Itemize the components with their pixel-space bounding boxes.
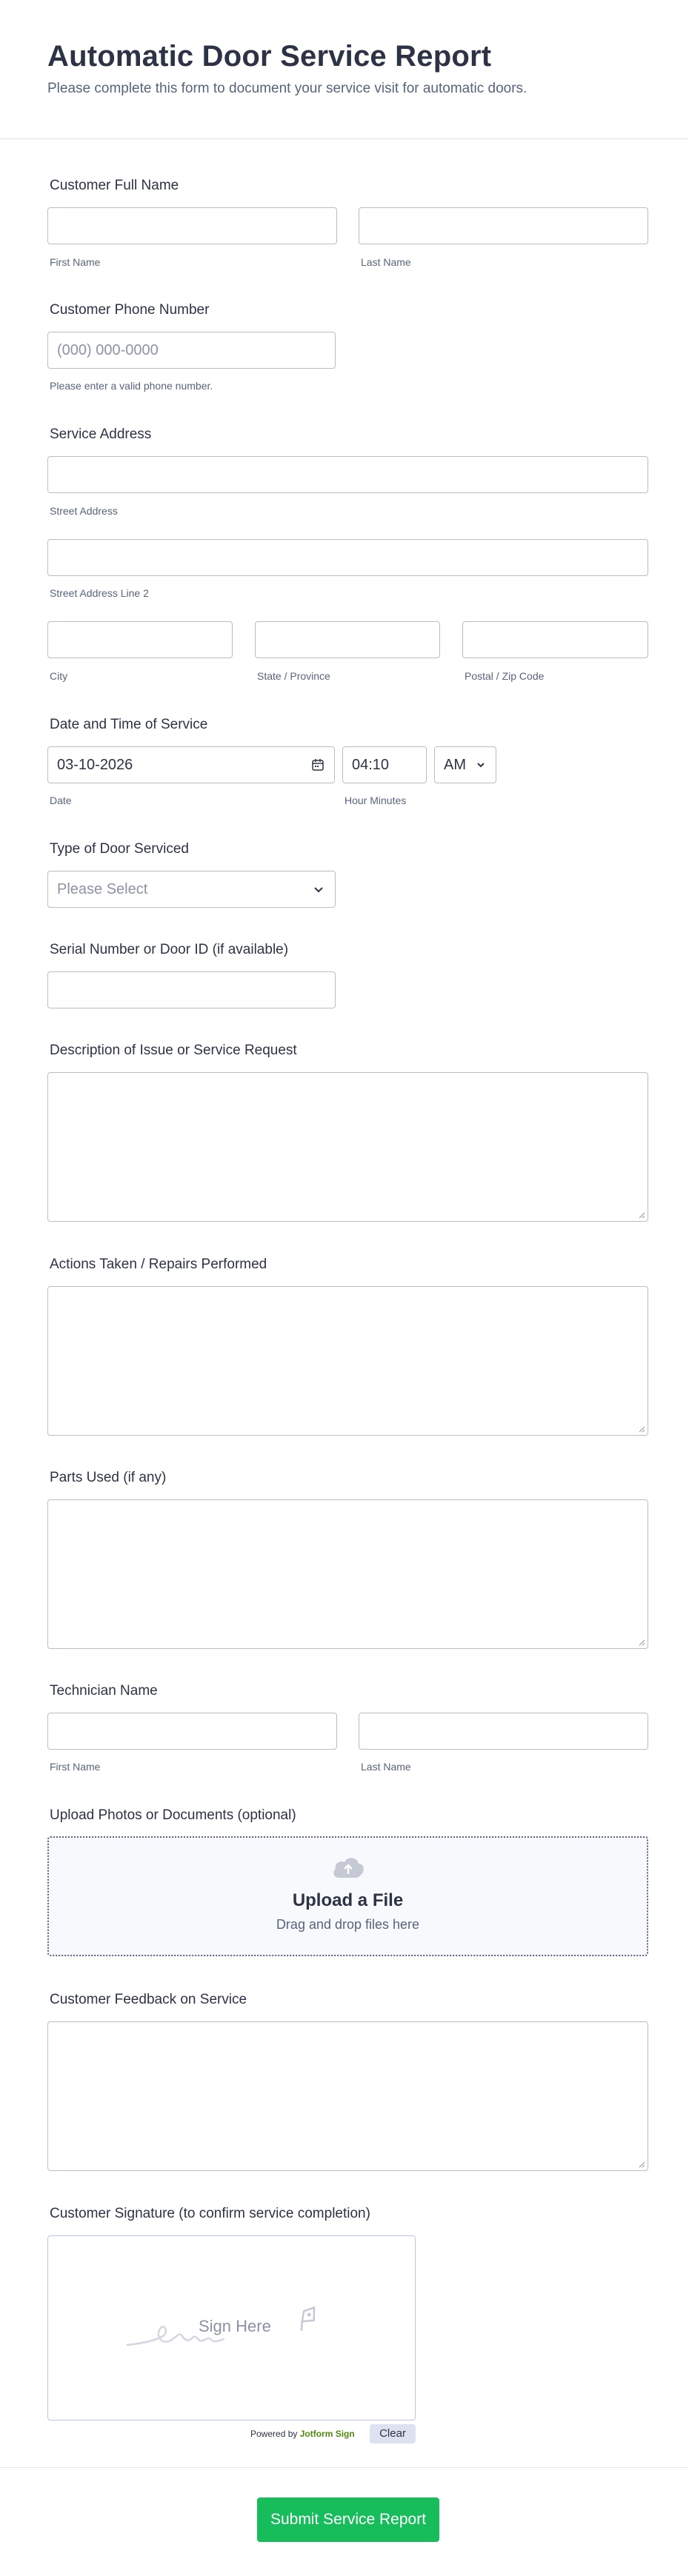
description-label: Description of Issue or Service Request bbox=[50, 1043, 297, 1058]
file-upload-dropzone[interactable]: Upload a File Drag and drop files here bbox=[47, 1836, 648, 1956]
jotform-sign-brand: Jotform Sign bbox=[299, 2429, 355, 2439]
door-type-placeholder: Please Select bbox=[57, 881, 148, 897]
clear-signature-button[interactable]: Clear bbox=[370, 2424, 416, 2443]
chevron-down-icon bbox=[314, 887, 323, 893]
phone-input[interactable]: (000) 000-0000 bbox=[47, 332, 336, 369]
feedback-label: Customer Feedback on Service bbox=[50, 1992, 247, 2007]
technician-first-name-sublabel: First Name bbox=[50, 1761, 101, 1773]
upload-label: Upload Photos or Documents (optional) bbox=[50, 1807, 296, 1823]
zip-sublabel: Postal / Zip Code bbox=[465, 670, 545, 682]
door-type-select[interactable]: Please Select bbox=[47, 871, 336, 908]
street-address-input[interactable] bbox=[47, 456, 648, 493]
state-sublabel: State / Province bbox=[257, 670, 330, 682]
form-title: Automatic Door Service Report bbox=[47, 40, 492, 73]
phone-label: Customer Phone Number bbox=[50, 302, 210, 318]
technician-first-name-input[interactable] bbox=[47, 1713, 337, 1750]
street-address-line2-sublabel: Street Address Line 2 bbox=[50, 587, 149, 599]
customer-first-name-sublabel: First Name bbox=[50, 256, 101, 268]
upload-title: Upload a File bbox=[292, 1890, 404, 1910]
signature-label: Customer Signature (to confirm service c… bbox=[50, 2206, 370, 2221]
resize-grip-icon[interactable] bbox=[638, 1425, 645, 1433]
serial-input[interactable] bbox=[47, 971, 336, 1008]
actions-textarea[interactable] bbox=[47, 1286, 648, 1436]
upload-subtitle: Drag and drop files here bbox=[276, 1917, 420, 1932]
powered-by-text: Powered by Jotform Sign bbox=[250, 2428, 355, 2440]
customer-name-label: Customer Full Name bbox=[50, 178, 179, 193]
zip-input[interactable] bbox=[462, 621, 648, 658]
date-value: 03-10-2026 bbox=[57, 757, 133, 773]
signature-placeholder: Sign Here bbox=[199, 2317, 271, 2335]
parts-textarea[interactable] bbox=[47, 1499, 648, 1649]
calendar-icon[interactable] bbox=[310, 757, 325, 772]
state-input[interactable] bbox=[255, 621, 440, 658]
serial-label: Serial Number or Door ID (if available) bbox=[50, 942, 289, 957]
technician-label: Technician Name bbox=[50, 1683, 158, 1699]
customer-last-name-input[interactable] bbox=[359, 207, 648, 244]
time-input[interactable]: 04:10 bbox=[342, 746, 427, 783]
actions-label: Actions Taken / Repairs Performed bbox=[50, 1257, 267, 1272]
city-sublabel: City bbox=[50, 670, 68, 682]
description-textarea[interactable] bbox=[47, 1072, 648, 1222]
form-page: Automatic Door Service Report Please com… bbox=[0, 0, 689, 2576]
street-address-sublabel: Street Address bbox=[50, 505, 118, 517]
technician-last-name-input[interactable] bbox=[359, 1713, 648, 1750]
technician-last-name-sublabel: Last Name bbox=[361, 1761, 411, 1773]
resize-grip-icon[interactable] bbox=[638, 1639, 645, 1646]
form-header: Automatic Door Service Report Please com… bbox=[0, 0, 689, 139]
time-sublabel: Hour Minutes bbox=[344, 794, 407, 806]
date-sublabel: Date bbox=[50, 794, 72, 806]
chevron-down-icon bbox=[477, 763, 485, 768]
powered-by-prefix: Powered by bbox=[250, 2429, 300, 2439]
parts-label: Parts Used (if any) bbox=[50, 1470, 167, 1485]
ampm-select[interactable]: AM bbox=[434, 746, 496, 783]
feedback-textarea[interactable] bbox=[47, 2021, 648, 2171]
ampm-value: AM bbox=[444, 757, 466, 773]
street-address-line2-input[interactable] bbox=[47, 539, 648, 576]
customer-first-name-input[interactable] bbox=[47, 207, 337, 244]
signature-pad[interactable]: Sign Here bbox=[47, 2235, 416, 2421]
door-type-label: Type of Door Serviced bbox=[50, 841, 189, 857]
address-label: Service Address bbox=[50, 426, 152, 442]
phone-hint: Please enter a valid phone number. bbox=[50, 380, 213, 392]
form-footer: Submit Service Report bbox=[0, 2467, 689, 2576]
datetime-label: Date and Time of Service bbox=[50, 717, 208, 732]
form-subtitle: Please complete this form to document yo… bbox=[47, 81, 527, 96]
date-input[interactable]: 03-10-2026 bbox=[47, 746, 335, 783]
resize-grip-icon[interactable] bbox=[638, 2161, 645, 2168]
customer-last-name-sublabel: Last Name bbox=[361, 256, 411, 268]
resize-grip-icon[interactable] bbox=[638, 1211, 645, 1219]
submit-button[interactable]: Submit Service Report bbox=[257, 2498, 439, 2542]
city-input[interactable] bbox=[47, 621, 233, 658]
cloud-upload-icon bbox=[333, 1858, 364, 1878]
